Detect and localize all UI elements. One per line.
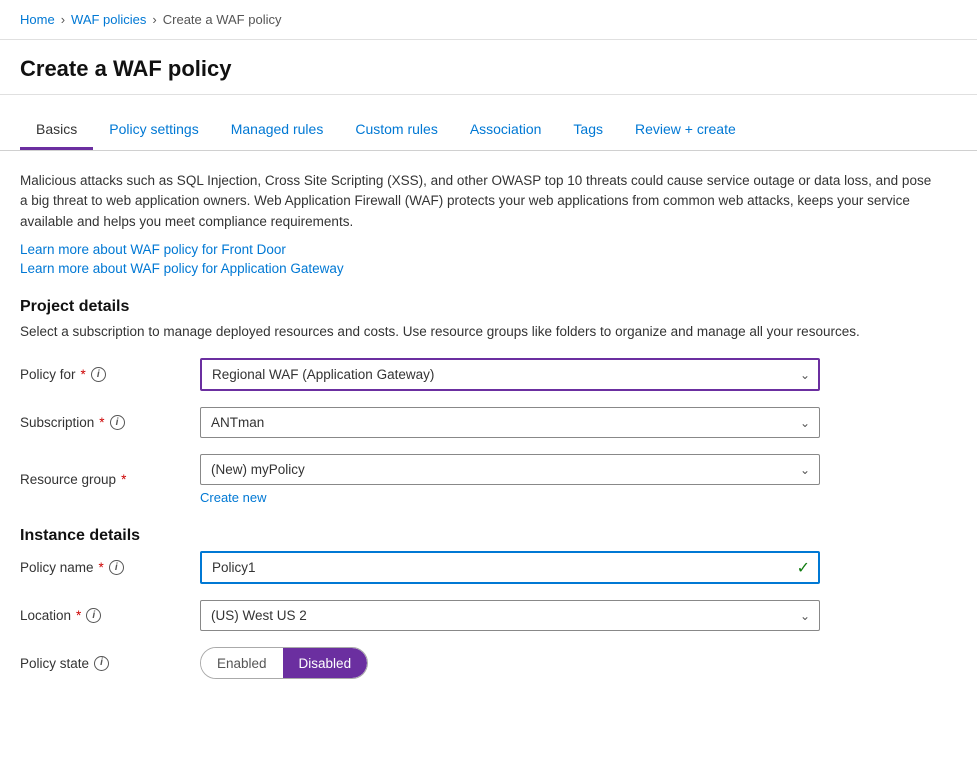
label-subscription: Subscription * i (20, 415, 200, 430)
subscription-select-wrapper: ANTman ⌄ (200, 407, 820, 438)
info-icon-policy-state[interactable]: i (94, 656, 109, 671)
tab-policy-settings[interactable]: Policy settings (93, 111, 214, 150)
policy-for-control: Regional WAF (Application Gateway) Globa… (200, 358, 820, 391)
form-row-policy-state: Policy state i Enabled Disabled (20, 647, 940, 679)
tabs-nav: Basics Policy settings Managed rules Cus… (0, 111, 977, 151)
instance-details-title: Instance details (20, 527, 940, 545)
policy-name-input-wrapper: ✓ (200, 551, 820, 584)
subscription-select[interactable]: ANTman (200, 407, 820, 438)
policy-name-check-icon: ✓ (797, 558, 810, 578)
breadcrumb-waf-policies[interactable]: WAF policies (71, 12, 146, 27)
toggle-pill: Enabled Disabled (200, 647, 368, 679)
label-policy-state: Policy state i (20, 656, 200, 671)
form-row-policy-for: Policy for * i Regional WAF (Application… (20, 358, 940, 391)
form-row-subscription: Subscription * i ANTman ⌄ (20, 407, 940, 438)
resource-group-control: (New) myPolicy ⌄ Create new (200, 454, 820, 505)
toggle-disabled[interactable]: Disabled (283, 648, 368, 678)
page-header: Create a WAF policy (0, 40, 977, 95)
policy-for-select[interactable]: Regional WAF (Application Gateway) Globa… (200, 358, 820, 391)
label-resource-group: Resource group * (20, 472, 200, 487)
info-icon-policy-for[interactable]: i (91, 367, 106, 382)
policy-name-control: ✓ (200, 551, 820, 584)
breadcrumb-current: Create a WAF policy (163, 12, 282, 27)
resource-group-select[interactable]: (New) myPolicy (200, 454, 820, 485)
info-icon-policy-name[interactable]: i (109, 560, 124, 575)
learn-link-front-door[interactable]: Learn more about WAF policy for Front Do… (20, 242, 940, 257)
label-policy-name: Policy name * i (20, 560, 200, 575)
breadcrumb-home[interactable]: Home (20, 12, 55, 27)
policy-state-toggle: Enabled Disabled (200, 647, 820, 679)
toggle-enabled[interactable]: Enabled (201, 648, 283, 678)
required-star-location: * (76, 608, 81, 623)
location-select-wrapper: (US) West US 2 ⌄ (200, 600, 820, 631)
policy-for-select-wrapper: Regional WAF (Application Gateway) Globa… (200, 358, 820, 391)
subscription-control: ANTman ⌄ (200, 407, 820, 438)
tab-association[interactable]: Association (454, 111, 558, 150)
page-title: Create a WAF policy (20, 56, 957, 82)
info-icon-location[interactable]: i (86, 608, 101, 623)
required-star-policy-for: * (81, 367, 86, 382)
required-star-policy-name: * (99, 560, 104, 575)
form-row-resource-group: Resource group * (New) myPolicy ⌄ Create… (20, 454, 940, 505)
policy-name-input[interactable] (200, 551, 820, 584)
tab-custom-rules[interactable]: Custom rules (339, 111, 453, 150)
location-control: (US) West US 2 ⌄ (200, 600, 820, 631)
label-policy-for: Policy for * i (20, 367, 200, 382)
breadcrumb-sep-1: › (61, 12, 65, 27)
create-new-link[interactable]: Create new (200, 490, 820, 505)
project-details-desc: Select a subscription to manage deployed… (20, 322, 940, 342)
content-area: Malicious attacks such as SQL Injection,… (0, 151, 960, 715)
breadcrumb-sep-2: › (152, 12, 156, 27)
form-row-location: Location * i (US) West US 2 ⌄ (20, 600, 940, 631)
policy-state-control: Enabled Disabled (200, 647, 820, 679)
learn-link-app-gateway[interactable]: Learn more about WAF policy for Applicat… (20, 261, 940, 276)
tab-managed-rules[interactable]: Managed rules (215, 111, 340, 150)
required-star-subscription: * (99, 415, 104, 430)
tab-tags[interactable]: Tags (557, 111, 619, 150)
info-icon-subscription[interactable]: i (110, 415, 125, 430)
tab-review-create[interactable]: Review + create (619, 111, 752, 150)
breadcrumb: Home › WAF policies › Create a WAF polic… (0, 0, 977, 40)
tab-basics[interactable]: Basics (20, 111, 93, 150)
required-star-resource-group: * (121, 472, 126, 487)
label-location: Location * i (20, 608, 200, 623)
description-text: Malicious attacks such as SQL Injection,… (20, 171, 940, 232)
project-details-title: Project details (20, 298, 940, 316)
location-select[interactable]: (US) West US 2 (200, 600, 820, 631)
form-row-policy-name: Policy name * i ✓ (20, 551, 940, 584)
resource-group-select-wrapper: (New) myPolicy ⌄ (200, 454, 820, 485)
